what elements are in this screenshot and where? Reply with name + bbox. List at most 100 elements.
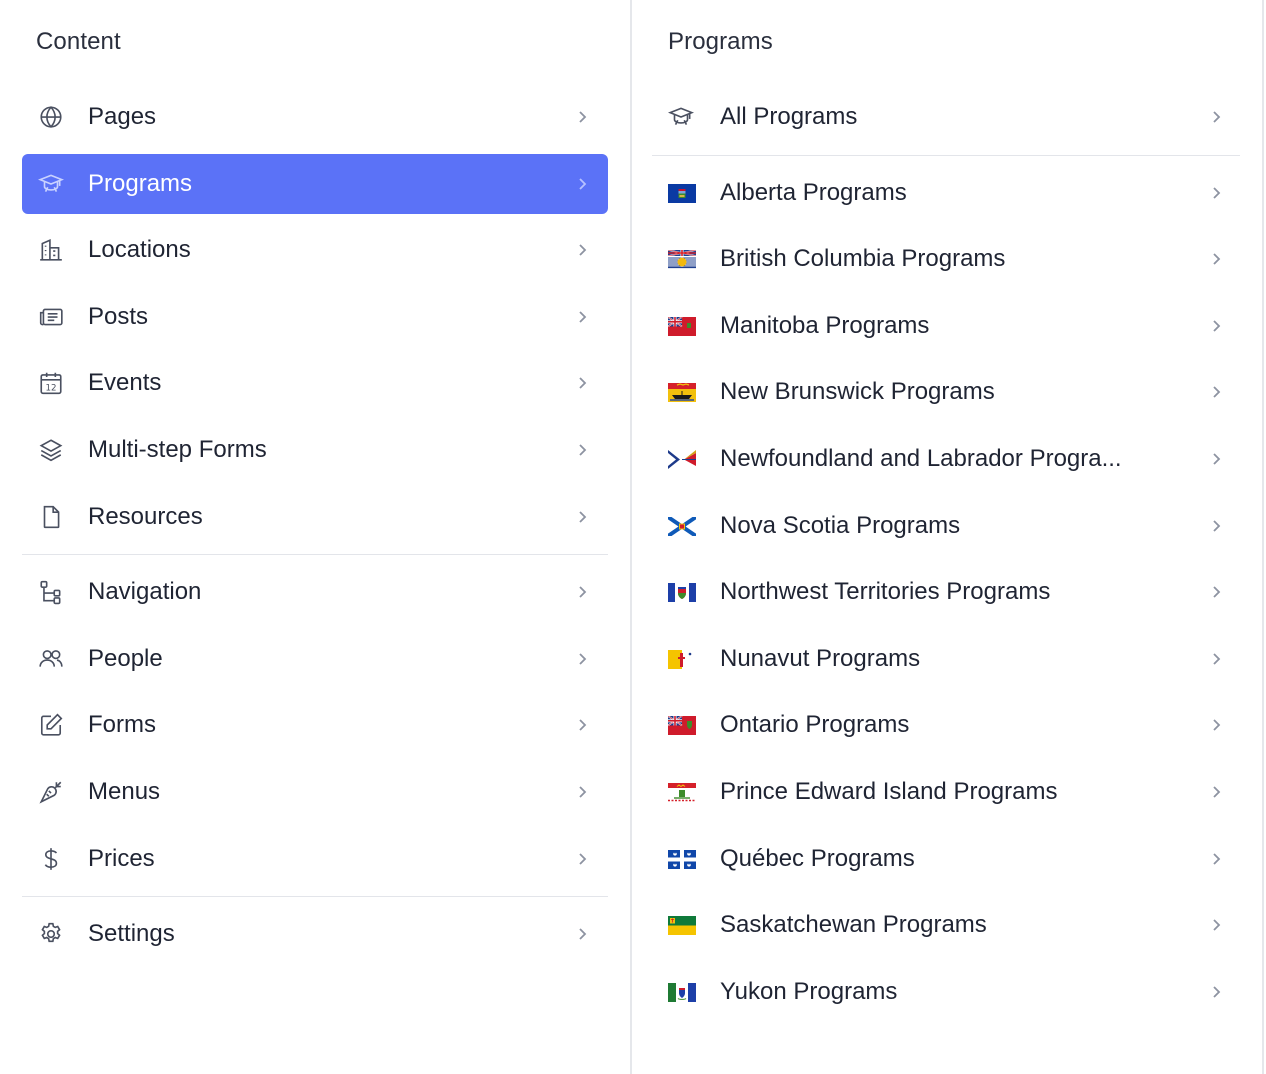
menu-item-programs[interactable]: Programs (22, 154, 608, 214)
chevron-right-icon (574, 309, 590, 325)
submenu-item-label: All Programs (720, 103, 858, 130)
menu-item-events[interactable]: 12 Events (22, 353, 608, 413)
chevron-right-icon (574, 442, 590, 458)
menu-item-prices[interactable]: Prices (22, 829, 608, 889)
menu-item-multi-step-forms[interactable]: Multi-step Forms (22, 420, 608, 480)
chevron-right-icon (1208, 518, 1224, 534)
menu-item-people[interactable]: People (22, 629, 608, 689)
menu-item-pages[interactable]: Pages (22, 87, 608, 147)
carrot-icon (38, 779, 64, 805)
submenu-item-nunavut[interactable]: Nunavut Programs (652, 629, 1240, 689)
building-icon (38, 237, 64, 263)
chevron-right-icon (1208, 651, 1224, 667)
menu-item-label: Settings (88, 920, 175, 947)
chevron-right-icon (574, 176, 590, 192)
content-menu-title: Content (36, 28, 121, 55)
graduation-cap-icon (668, 104, 694, 130)
menu-item-label: Programs (88, 170, 193, 197)
menu-item-menus[interactable]: Menus (22, 762, 608, 822)
menu-item-label: Pages (88, 103, 157, 130)
submenu-item-label: Québec Programs (720, 845, 915, 872)
chevron-right-icon (1208, 318, 1224, 334)
submenu-item-label: Saskatchewan Programs (720, 911, 987, 938)
chevron-right-icon (1208, 185, 1224, 201)
submenu-item-new-brunswick[interactable]: New Brunswick Programs (652, 362, 1240, 422)
menu-item-posts[interactable]: Posts (22, 287, 608, 347)
saskatchewan-flag-icon (668, 915, 696, 935)
layers-icon (38, 437, 64, 463)
menu-divider (22, 896, 608, 897)
chevron-right-icon (1208, 717, 1224, 733)
submenu-item-british-columbia[interactable]: British Columbia Programs (652, 229, 1240, 289)
quebec-flag-icon (668, 849, 696, 869)
chevron-right-icon (574, 926, 590, 942)
chevron-right-icon (1208, 851, 1224, 867)
submenu-divider (652, 155, 1240, 156)
sitemap-icon (38, 579, 64, 605)
menu-item-label: Menus (88, 778, 161, 805)
menu-item-label: Locations (88, 236, 191, 263)
menu-item-locations[interactable]: Locations (22, 220, 608, 280)
chevron-right-icon (1208, 584, 1224, 600)
menu-item-label: Resources (88, 503, 203, 530)
ontario-flag-icon (668, 715, 696, 735)
menu-item-settings[interactable]: Settings (22, 904, 608, 964)
chevron-right-icon (574, 784, 590, 800)
submenu-item-alberta[interactable]: Alberta Programs (652, 163, 1240, 223)
nunavut-flag-icon (668, 649, 696, 669)
graduation-cap-icon (38, 171, 64, 197)
chevron-right-icon (1208, 451, 1224, 467)
menu-item-label: Posts (88, 303, 149, 330)
submenu-item-prince-edward-island[interactable]: Prince Edward Island Programs (652, 762, 1240, 822)
nova-scotia-flag-icon (668, 516, 696, 536)
gear-icon (38, 921, 64, 947)
pei-flag-icon (668, 782, 696, 802)
svg-text:12: 12 (45, 384, 56, 394)
submenu-item-manitoba[interactable]: Manitoba Programs (652, 296, 1240, 356)
content-menu-pane: Content Pages Programs Locations Posts 1… (0, 0, 631, 1074)
submenu-item-quebec[interactable]: Québec Programs (652, 829, 1240, 889)
menu-divider (22, 554, 608, 555)
chevron-right-icon (574, 509, 590, 525)
new-brunswick-flag-icon (668, 382, 696, 402)
northwest-territories-flag-icon (668, 582, 696, 602)
submenu-item-label: Ontario Programs (720, 711, 910, 738)
submenu-item-yukon[interactable]: Yukon Programs (652, 962, 1240, 1022)
chevron-right-icon (1208, 251, 1224, 267)
submenu-item-newfoundland-and-labrador[interactable]: Newfoundland and Labrador Progra... (652, 429, 1240, 489)
newfoundland-flag-icon (668, 449, 696, 469)
chevron-right-icon (574, 242, 590, 258)
submenu-item-label: British Columbia Programs (720, 245, 1006, 272)
chevron-right-icon (574, 109, 590, 125)
chevron-right-icon (1208, 917, 1224, 933)
submenu-item-label: Prince Edward Island Programs (720, 778, 1058, 805)
programs-submenu-pane: Programs All Programs Alberta Programs B… (632, 0, 1264, 1074)
submenu-item-nova-scotia[interactable]: Nova Scotia Programs (652, 496, 1240, 556)
chevron-right-icon (1208, 784, 1224, 800)
programs-submenu-title: Programs (668, 28, 773, 55)
alberta-flag-icon (668, 183, 696, 203)
chevron-right-icon (574, 717, 590, 733)
submenu-item-label: New Brunswick Programs (720, 378, 995, 405)
british-columbia-flag-icon (668, 249, 696, 269)
chevron-right-icon (1208, 384, 1224, 400)
globe-icon (38, 104, 64, 130)
submenu-item-all-programs[interactable]: All Programs (652, 87, 1240, 147)
users-icon (38, 646, 64, 672)
file-icon (38, 504, 64, 530)
menu-item-forms[interactable]: Forms (22, 695, 608, 755)
dollar-icon (38, 846, 64, 872)
chevron-right-icon (1208, 984, 1224, 1000)
submenu-item-northwest-territories[interactable]: Northwest Territories Programs (652, 562, 1240, 622)
submenu-item-label: Manitoba Programs (720, 312, 930, 339)
chevron-right-icon (574, 851, 590, 867)
menu-item-resources[interactable]: Resources (22, 487, 608, 547)
menu-item-navigation[interactable]: Navigation (22, 562, 608, 622)
newspaper-icon (38, 304, 64, 330)
submenu-item-saskatchewan[interactable]: Saskatchewan Programs (652, 895, 1240, 955)
submenu-item-label: Northwest Territories Programs (720, 578, 1051, 605)
edit-icon (38, 712, 64, 738)
calendar-icon: 12 (38, 370, 64, 396)
submenu-item-ontario[interactable]: Ontario Programs (652, 695, 1240, 755)
yukon-flag-icon (668, 982, 696, 1002)
